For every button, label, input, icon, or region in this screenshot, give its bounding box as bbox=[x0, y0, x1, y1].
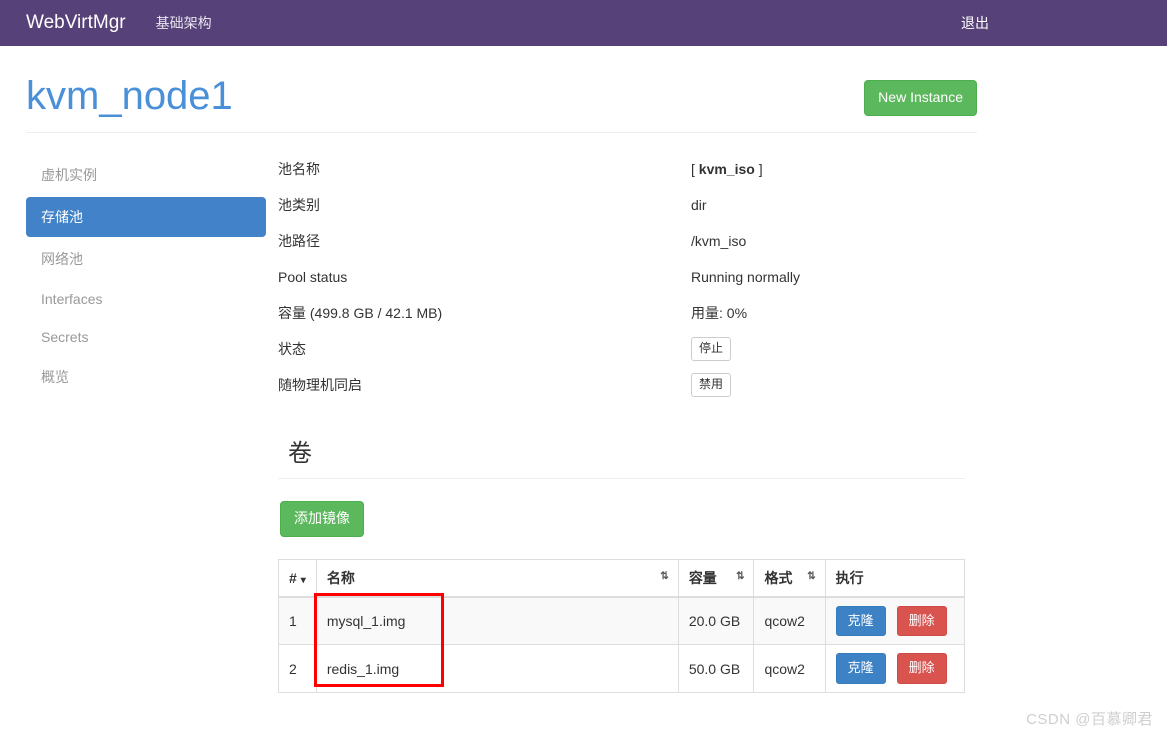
pool-label-path: 池路径 bbox=[278, 233, 320, 249]
sidebar-item-interfaces[interactable]: Interfaces bbox=[26, 281, 266, 317]
sidebar-item-secrets[interactable]: Secrets bbox=[26, 319, 266, 355]
pool-value-type: dir bbox=[691, 197, 707, 213]
page-header: kvm_node1 New Instance bbox=[26, 46, 1141, 132]
sort-both-icon: ⇅ bbox=[736, 570, 744, 582]
add-image-button[interactable]: 添加镜像 bbox=[280, 501, 364, 537]
sidebar-item-networks[interactable]: 网络池 bbox=[26, 239, 266, 279]
new-instance-button[interactable]: New Instance bbox=[864, 80, 977, 116]
clone-button[interactable]: 克隆 bbox=[835, 653, 886, 684]
bracket-close: ] bbox=[754, 161, 763, 177]
delete-button[interactable]: 删除 bbox=[896, 653, 947, 684]
pool-detail-list: 池名称 [ kvm_iso ] 池类别 dir 池路径 /kvm_iso Poo… bbox=[278, 151, 965, 403]
col-header-name-label: 名称 bbox=[326, 569, 355, 586]
volumes-section-title: 卷 bbox=[288, 440, 312, 467]
pool-label-state: 状态 bbox=[278, 341, 306, 357]
logout-link[interactable]: 退出 bbox=[961, 15, 989, 31]
pool-row-capacity: 容量 (499.8 GB / 42.1 MB) 用量: 0% bbox=[278, 295, 965, 331]
pool-label-autostart: 随物理机同启 bbox=[278, 377, 362, 393]
watermark-text: CSDN @百慕卿君 bbox=[1026, 711, 1153, 728]
volumes-table-head: # ▾ 名称 ⇅ 容量 ⇅ 格式 ⇅ 执行 bbox=[278, 558, 966, 598]
pool-name-value: kvm_iso bbox=[698, 161, 755, 177]
pool-row-autostart: 随物理机同启 禁用 bbox=[278, 367, 965, 403]
pool-row-status: Pool status Running normally bbox=[278, 259, 965, 295]
pool-label-type: 池类别 bbox=[278, 197, 320, 213]
col-header-name[interactable]: 名称 ⇅ bbox=[315, 558, 679, 598]
cell-name[interactable]: mysql_1.img bbox=[315, 596, 679, 646]
col-header-format-label: 格式 bbox=[764, 569, 793, 586]
cell-format: qcow2 bbox=[753, 644, 826, 693]
pool-value-name: [ kvm_iso ] bbox=[691, 161, 965, 177]
pool-value-state: 停止 bbox=[691, 337, 965, 361]
sort-both-icon: ⇅ bbox=[807, 570, 815, 582]
sidebar-item-storages[interactable]: 存储池 bbox=[26, 197, 266, 237]
navbar-links: 基础架构 bbox=[141, 0, 227, 46]
pool-row-state: 状态 停止 bbox=[278, 331, 965, 367]
pool-value-path: /kvm_iso bbox=[691, 233, 747, 249]
col-header-num-label: # bbox=[289, 569, 297, 586]
pool-value-autostart: 禁用 bbox=[691, 373, 965, 397]
delete-button[interactable]: 删除 bbox=[896, 605, 947, 637]
sidebar-item-instances[interactable]: 虚机实例 bbox=[26, 155, 266, 195]
sort-both-icon: ⇅ bbox=[660, 570, 668, 582]
col-header-size[interactable]: 容量 ⇅ bbox=[677, 558, 755, 598]
navbar-right-group: 退出 bbox=[961, 0, 989, 46]
clone-button[interactable]: 克隆 bbox=[835, 605, 886, 637]
col-header-format[interactable]: 格式 ⇅ bbox=[753, 558, 826, 598]
sidebar-item-overview[interactable]: 概览 bbox=[26, 357, 266, 397]
caret-down-icon: ▾ bbox=[300, 574, 306, 586]
volumes-table-body: 1 mysql_1.img 20.0 GB qcow2 克隆 删除 2 redi… bbox=[278, 596, 966, 693]
cell-format: qcow2 bbox=[753, 596, 826, 646]
col-header-action: 执行 bbox=[824, 558, 966, 598]
body-row: 虚机实例 存储池 网络池 Interfaces Secrets 概览 池名称 [… bbox=[26, 133, 1141, 693]
pool-value-status: Running normally bbox=[691, 269, 800, 285]
volumes-table-wrap: # ▾ 名称 ⇅ 容量 ⇅ 格式 ⇅ 执行 1 mysql_1.img 20.0 GB bbox=[278, 558, 966, 693]
pool-row-name: 池名称 [ kvm_iso ] bbox=[278, 151, 965, 187]
pool-row-type: 池类别 dir bbox=[278, 187, 965, 223]
pool-label-name: 池名称 bbox=[278, 161, 320, 177]
cell-size: 20.0 GB bbox=[677, 596, 755, 646]
nav-infrastructure[interactable]: 基础架构 bbox=[141, 0, 227, 46]
cell-name[interactable]: redis_1.img bbox=[315, 644, 679, 693]
pool-row-path: 池路径 /kvm_iso bbox=[278, 223, 965, 259]
pool-value-usage: 用量: 0% bbox=[691, 305, 748, 321]
main-content: 池名称 [ kvm_iso ] 池类别 dir 池路径 /kvm_iso Poo… bbox=[266, 151, 1141, 693]
col-header-action-label: 执行 bbox=[835, 569, 864, 586]
sidebar-nav: 虚机实例 存储池 网络池 Interfaces Secrets 概览 bbox=[26, 151, 266, 693]
stop-pool-button[interactable]: 停止 bbox=[691, 337, 732, 361]
cell-actions: 克隆 删除 bbox=[824, 644, 966, 693]
action-buttons: 克隆 删除 bbox=[835, 605, 954, 637]
col-header-num[interactable]: # ▾ bbox=[278, 558, 317, 598]
volumes-divider bbox=[278, 478, 965, 479]
top-navbar: WebVirtMgr 基础架构 退出 bbox=[0, 0, 1167, 46]
brand-logo[interactable]: WebVirtMgr bbox=[0, 0, 141, 46]
table-header-row: # ▾ 名称 ⇅ 容量 ⇅ 格式 ⇅ 执行 bbox=[278, 558, 966, 598]
cell-size: 50.0 GB bbox=[677, 644, 755, 693]
col-header-size-label: 容量 bbox=[688, 569, 717, 586]
action-buttons: 克隆 删除 bbox=[835, 653, 954, 684]
cell-num: 1 bbox=[278, 596, 317, 646]
page-container: kvm_node1 New Instance 虚机实例 存储池 网络池 Inte… bbox=[0, 46, 1167, 693]
cell-actions: 克隆 删除 bbox=[824, 596, 966, 646]
pool-label-capacity: 容量 (499.8 GB / 42.1 MB) bbox=[278, 305, 443, 321]
pool-label-status: Pool status bbox=[278, 269, 348, 285]
disable-autostart-button[interactable]: 禁用 bbox=[691, 373, 732, 397]
table-row: 1 mysql_1.img 20.0 GB qcow2 克隆 删除 bbox=[278, 596, 966, 646]
volumes-table: # ▾ 名称 ⇅ 容量 ⇅ 格式 ⇅ 执行 1 mysql_1.img 20.0 GB bbox=[278, 558, 966, 693]
table-row: 2 redis_1.img 50.0 GB qcow2 克隆 删除 bbox=[278, 644, 966, 693]
page-title: kvm_node1 bbox=[26, 74, 233, 118]
bracket-open: [ bbox=[691, 161, 699, 177]
cell-num: 2 bbox=[278, 644, 317, 693]
